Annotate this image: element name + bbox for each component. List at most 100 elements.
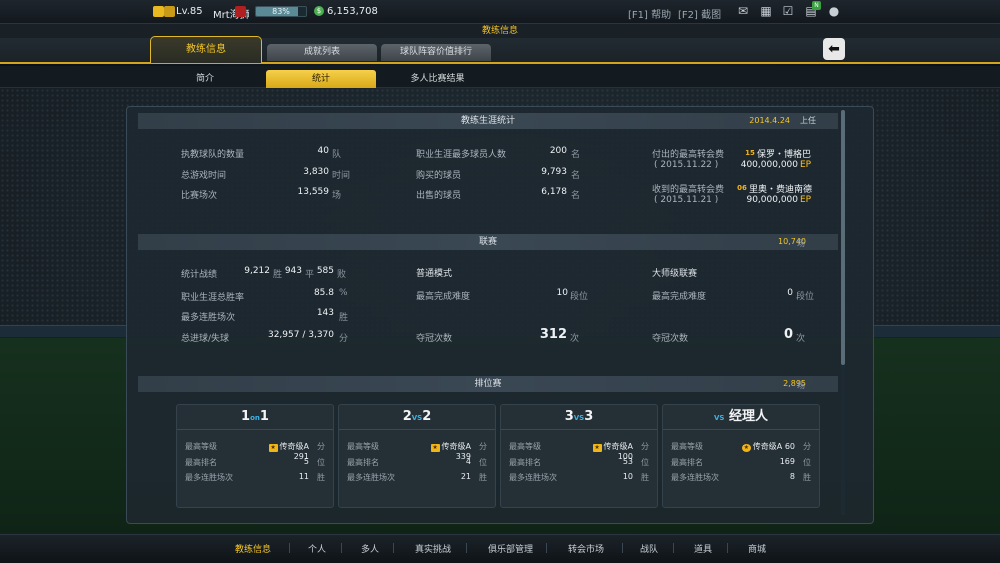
- stat-value: 3,830: [303, 167, 329, 177]
- win-rate-unit: %: [339, 288, 348, 298]
- rank-value: 5: [303, 457, 309, 466]
- normal-difficulty-label: 最高完成难度: [416, 292, 471, 302]
- ranked-card-1v1[interactable]: 1on1 最高等级 ★ 传奇级A 291 分 最高排名 5 位 最多连胜场次 11…: [176, 404, 334, 508]
- stat-label: 出售的球员: [416, 191, 462, 201]
- transfer-received-player[interactable]: 里奥・费迪南德: [749, 182, 812, 195]
- league-section-header: 联赛 10,740: [138, 234, 838, 250]
- master-titles-value: 0: [783, 327, 793, 342]
- career-section-title: 教练生涯统计: [460, 116, 515, 126]
- medal-icon: ★: [741, 444, 751, 452]
- rank-value: 53: [622, 457, 633, 466]
- row-label: 最高排名: [347, 458, 379, 467]
- tab-coach-info[interactable]: 教练信息: [150, 36, 262, 63]
- subtab-statistics[interactable]: 统计: [266, 70, 376, 88]
- league-section-title: 联赛: [478, 237, 497, 247]
- new-notification-icon: N: [812, 1, 821, 10]
- tab-squad-value-ranking[interactable]: 球队阵容价值排行: [381, 44, 491, 61]
- stat-label: 执教球队的数量: [181, 150, 245, 160]
- nav-multiplayer[interactable]: 多人: [361, 542, 379, 555]
- nav-shop[interactable]: 商城: [748, 542, 766, 555]
- nav-squad[interactable]: 战队: [640, 542, 658, 555]
- wins-unit: 胜: [273, 270, 283, 280]
- rank-unit: 位: [479, 458, 487, 467]
- nav-personal[interactable]: 个人: [308, 542, 326, 555]
- row-label: 最高排名: [185, 458, 217, 467]
- points-unit: 分: [317, 442, 325, 451]
- ad-board-right: [874, 325, 1000, 337]
- normal-titles-unit: 次: [570, 334, 580, 344]
- nav-real-challenge[interactable]: 真实挑战: [415, 542, 451, 555]
- exp-progress-text: 83%: [272, 7, 290, 16]
- goals-unit: 分: [339, 334, 349, 344]
- tier-value: ★ 传奇级A 60: [741, 442, 795, 452]
- transfer-paid-label: 付出的最高转会费: [652, 150, 725, 160]
- nav-transfer-market[interactable]: 转会市场: [568, 542, 604, 555]
- transfer-received-amount: 90,000,000: [746, 195, 798, 205]
- master-titles-unit: 次: [796, 334, 806, 344]
- rank-star-icon: [153, 6, 164, 17]
- ranked-card-manager[interactable]: VS 经理人 最高等级 ★ 传奇级A 60 分 最高排名 169 位 最多连胜场次…: [662, 404, 820, 508]
- ranked-section-title: 排位赛: [474, 379, 502, 389]
- stat-unit: 名: [571, 171, 581, 181]
- ranked-card-3v3[interactable]: 3VS3 最高等级 ★ 传奇级A 100 分 最高排名 53 位 最多连胜场次 1…: [500, 404, 658, 508]
- currency-ep: EP: [800, 160, 812, 170]
- streak-value: 11: [298, 472, 309, 481]
- stat-unit: 队: [332, 150, 342, 160]
- back-arrow-icon[interactable]: ⬅: [823, 38, 845, 60]
- losses-value: 585: [316, 266, 334, 276]
- master-league-title: 大师级联赛: [652, 269, 698, 279]
- player-season-badge-icon: 15: [745, 149, 755, 157]
- points-unit: 分: [641, 442, 649, 451]
- transfer-paid-date: ( 2015.11.22 ): [654, 160, 719, 170]
- streak-unit: 胜: [479, 473, 487, 482]
- ranked-card-2v2[interactable]: 2VS2 最高等级 ★ 传奇级A 339 分 最高排名 4 位 最多连胜场次 21…: [338, 404, 496, 508]
- streak-value: 143: [316, 308, 334, 318]
- exp-progress-bar: 83%: [255, 6, 307, 17]
- row-label: 最高等级: [185, 442, 217, 451]
- screenshot-link[interactable]: [F2] 截图: [678, 6, 721, 21]
- transfer-paid-player[interactable]: 保罗・博格巴: [757, 147, 811, 160]
- help-link[interactable]: [F1] 帮助: [628, 6, 671, 21]
- row-label: 最高等级: [509, 442, 541, 451]
- stat-label: 比赛场次: [181, 191, 218, 201]
- normal-difficulty-unit: 段位: [570, 292, 589, 302]
- stat-unit: 时间: [332, 171, 351, 181]
- mail-icon[interactable]: ✉: [736, 5, 750, 18]
- subtab-profile[interactable]: 简介: [160, 70, 250, 88]
- tab-achievements[interactable]: 成就列表: [267, 44, 377, 61]
- streak-value: 8: [789, 472, 795, 481]
- master-difficulty-label: 最高完成难度: [652, 292, 707, 302]
- ranked-card-title: 1on1: [241, 409, 269, 424]
- goals-label: 总进球/失球: [181, 334, 230, 344]
- checklist-icon[interactable]: ☑: [781, 5, 795, 18]
- draws-unit: 平: [305, 270, 315, 280]
- stat-label: 购买的球员: [416, 171, 462, 181]
- ranked-section-header: 排位赛 2,895: [138, 376, 838, 392]
- stat-unit: 场: [332, 191, 342, 201]
- calendar-icon[interactable]: ▦: [759, 5, 773, 18]
- stat-value: 6,178: [541, 187, 567, 197]
- star-icon: ★: [430, 444, 440, 452]
- star-icon: ★: [268, 444, 278, 452]
- transfer-paid-amount: 400,000,000: [740, 160, 798, 170]
- master-difficulty-value: 0: [787, 288, 793, 298]
- transfer-received-date: ( 2015.11.21 ): [654, 195, 719, 205]
- row-label: 最高排名: [509, 458, 541, 467]
- stat-label: 职业生涯最多球员人数: [416, 150, 507, 160]
- wins-value: 9,212: [244, 266, 270, 276]
- goals-value: 32,957 / 3,370: [267, 330, 334, 340]
- nav-club-management[interactable]: 俱乐部管理: [488, 542, 533, 555]
- draws-value: 943: [284, 266, 302, 276]
- page-title: 教练信息: [481, 26, 518, 36]
- star-icon: ★: [592, 444, 602, 452]
- points-unit: 分: [803, 442, 811, 451]
- nav-items[interactable]: 道具: [694, 542, 712, 555]
- player-season-badge-icon: 06: [737, 184, 747, 192]
- nav-coach-info[interactable]: 教练信息: [235, 542, 271, 555]
- rank-unit: 位: [803, 458, 811, 467]
- coin-icon: $: [314, 6, 324, 16]
- user-icon[interactable]: ●: [827, 5, 841, 18]
- subtab-multiplayer-results[interactable]: 多人比赛结果: [385, 70, 490, 88]
- appointment-date: 2014.4.24: [749, 116, 790, 125]
- scrollbar-thumb[interactable]: [841, 110, 845, 365]
